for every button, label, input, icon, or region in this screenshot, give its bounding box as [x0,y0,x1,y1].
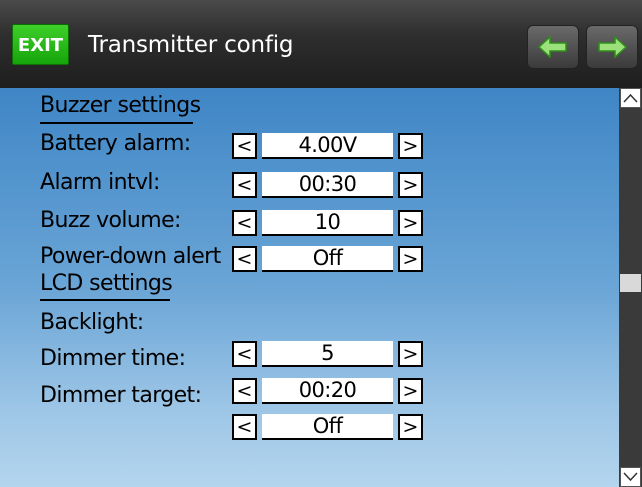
backlight-increment-button[interactable]: > [398,341,423,367]
scrollbar[interactable] [619,88,642,487]
dimmer-time-control: < 00:20 > [232,378,423,404]
battery-alarm-decrement-button[interactable]: < [232,133,257,159]
buzz-volume-label: Buzz volume: [40,208,181,233]
battery-alarm-control: < 4.00V > [232,133,423,159]
dimmer-time-decrement-button[interactable]: < [232,378,257,404]
section-underline [40,122,193,124]
buzz-volume-control: < 10 > [232,210,423,236]
scroll-down-button[interactable] [620,467,641,487]
buzz-volume-value: 10 [262,210,393,236]
backlight-label: Backlight: [40,310,144,335]
dimmer-time-value: 00:20 [262,378,393,404]
settings-panel: Buzzer settings Battery alarm: < 4.00V >… [0,88,619,487]
back-button[interactable] [527,25,579,69]
section-underline [40,299,170,301]
arrow-left-icon [538,36,567,58]
buzz-volume-decrement-button[interactable]: < [232,210,257,236]
backlight-decrement-button[interactable]: < [232,341,257,367]
arrow-right-icon [598,36,627,58]
dimmer-target-decrement-button[interactable]: < [232,414,257,440]
backlight-control: < 5 > [232,341,423,367]
alarm-intvl-decrement-button[interactable]: < [232,172,257,198]
dimmer-target-increment-button[interactable]: > [398,414,423,440]
battery-alarm-value: 4.00V [262,133,393,159]
forward-button[interactable] [586,25,638,69]
battery-alarm-label: Battery alarm: [40,131,191,156]
dimmer-target-label: Dimmer target: [40,383,202,408]
title-bar: EXIT Transmitter config [0,0,642,88]
dimmer-target-control: < Off > [232,414,423,440]
power-down-alert-label: Power-down alert [40,244,221,269]
buzz-volume-increment-button[interactable]: > [398,210,423,236]
scroll-thumb[interactable] [620,274,641,292]
alarm-intvl-label: Alarm intvl: [40,170,160,195]
power-down-alert-decrement-button[interactable]: < [232,246,257,272]
exit-button[interactable]: EXIT [12,24,69,65]
chevron-up-icon [623,93,638,103]
power-down-alert-control: < Off > [232,246,423,272]
battery-alarm-increment-button[interactable]: > [398,133,423,159]
alarm-intvl-value: 00:30 [262,172,393,198]
scroll-up-button[interactable] [620,88,641,108]
dimmer-time-increment-button[interactable]: > [398,378,423,404]
dimmer-target-value: Off [262,414,393,440]
section-title-lcd: LCD settings [40,271,173,296]
alarm-intvl-control: < 00:30 > [232,172,423,198]
page-title: Transmitter config [88,32,294,58]
dimmer-time-label: Dimmer time: [40,346,186,371]
power-down-alert-increment-button[interactable]: > [398,246,423,272]
backlight-value: 5 [262,341,393,367]
alarm-intvl-increment-button[interactable]: > [398,172,423,198]
power-down-alert-value: Off [262,246,393,272]
chevron-down-icon [623,472,638,482]
section-title-buzzer: Buzzer settings [40,93,201,118]
